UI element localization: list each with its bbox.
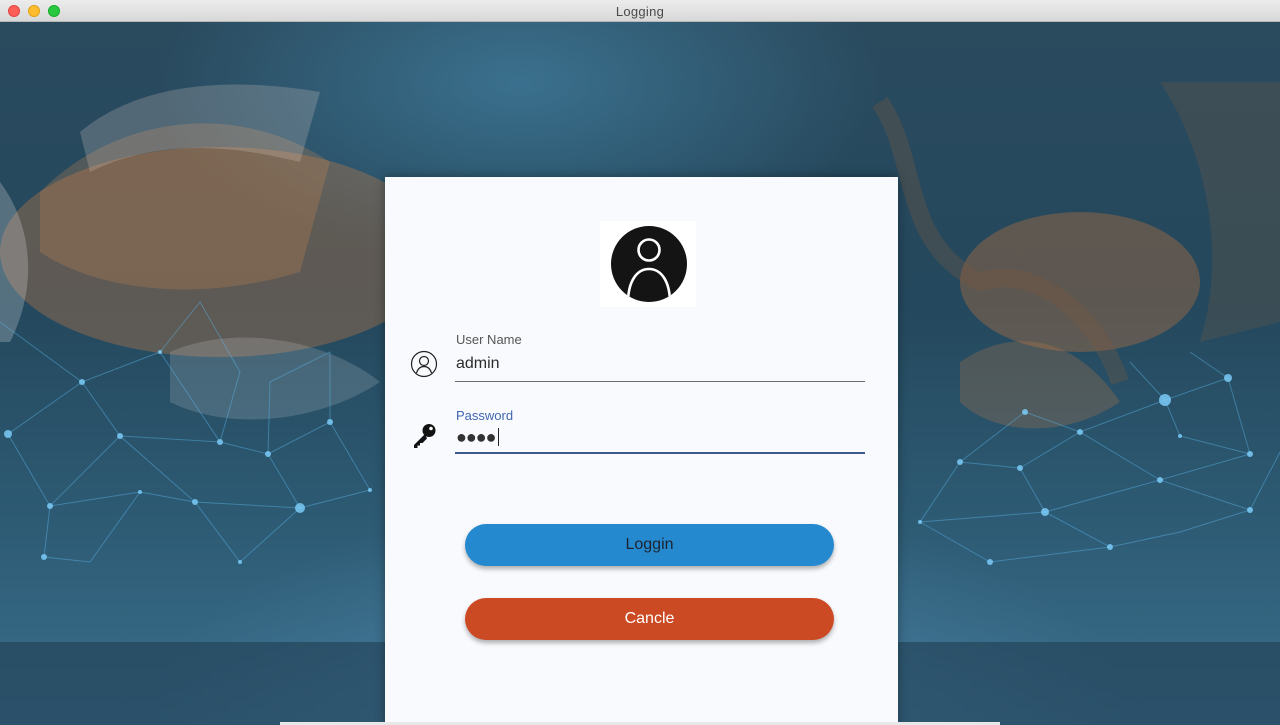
password-field[interactable]: Password ●●●● [455, 407, 865, 457]
cancel-button[interactable]: Cancle [465, 598, 834, 640]
user-circle-icon [611, 226, 687, 302]
key-icon [414, 424, 436, 448]
username-label: User Name [456, 332, 522, 347]
window-title: Logging [615, 4, 665, 19]
text-caret [497, 428, 499, 446]
password-masked-value: ●●●● [456, 427, 496, 447]
login-dialog: User Name admin Password ●●●● Loggin Can… [385, 177, 898, 725]
password-label: Password [456, 408, 514, 423]
password-input[interactable]: ●●●● [456, 427, 499, 448]
window-titlebar: Logging [0, 0, 1280, 22]
username-field[interactable]: User Name admin [455, 331, 865, 383]
user-outline-icon [410, 350, 438, 378]
login-button[interactable]: Loggin [465, 524, 834, 566]
password-underline [455, 452, 865, 454]
username-input[interactable]: admin [456, 355, 500, 373]
username-underline [455, 381, 865, 382]
